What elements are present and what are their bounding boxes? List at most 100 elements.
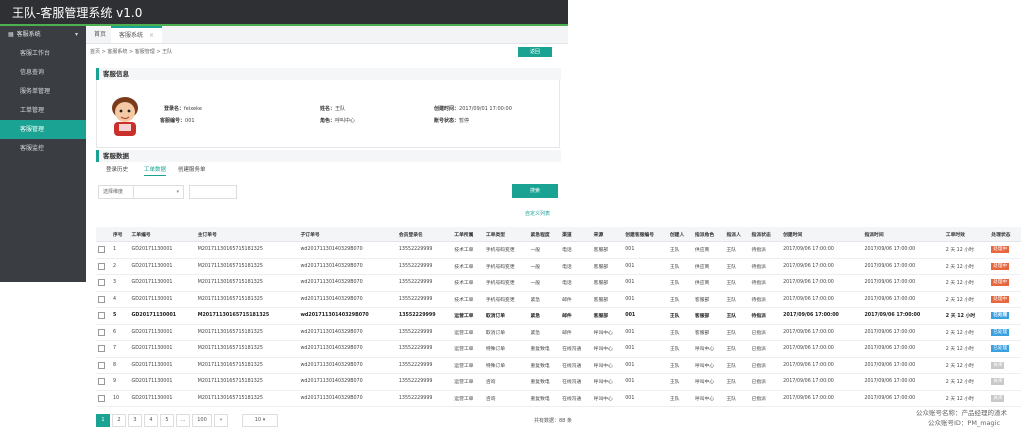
- login-name-field: 登录名：feixeke: [164, 105, 202, 112]
- table-row[interactable]: 1 GD20171130001 M20171130165715181325 wd201…: [96, 241, 1021, 259]
- cell-belong: 运营工单: [452, 373, 484, 391]
- page-button[interactable]: 100: [192, 414, 212, 427]
- subtab-ticket-data[interactable]: 工单数据: [144, 165, 167, 176]
- row-checkbox[interactable]: [98, 378, 105, 386]
- table-row[interactable]: 4 GD20171130001 M20171130165715181325 wd201…: [96, 291, 1021, 308]
- cell-channel: 在线沟通: [560, 390, 592, 407]
- cell-creator: 王队: [667, 390, 693, 407]
- status-badge[interactable]: 关闭: [991, 378, 1005, 386]
- cell-assign-status: 待指派: [749, 258, 782, 275]
- tab-customer-system[interactable]: 客服系统 ×: [111, 26, 163, 43]
- sidebar: ▦ 客服系统 ▾ 客服工作台 信息查询 服务单管理 工单管理 客服管理 客服监控: [0, 26, 86, 282]
- cell-belong: 运营工单: [452, 390, 484, 407]
- status-badge[interactable]: 已处理: [991, 345, 1010, 353]
- page-button[interactable]: 5: [160, 414, 174, 427]
- cell-sub: wd20171130140329B070: [298, 357, 397, 374]
- account-status-value: 暂停: [459, 118, 470, 124]
- row-checkbox[interactable]: [98, 246, 105, 254]
- dimension-select[interactable]: 选择维度 ▾: [98, 185, 184, 199]
- cell-assigned: 2017/09/06 17:00:00: [862, 241, 944, 259]
- table-row[interactable]: 2 GD20171130001 M20171130165715181325 wd201…: [96, 258, 1021, 275]
- status-badge[interactable]: 处理中: [991, 279, 1010, 287]
- cell-role: 客服部: [692, 324, 725, 341]
- cell-id: GD20171130001: [129, 340, 196, 358]
- page-ellipsis: ...: [176, 414, 190, 427]
- status-badge[interactable]: 处理中: [991, 295, 1010, 303]
- page-button[interactable]: 2: [112, 414, 126, 427]
- row-checkbox[interactable]: [98, 279, 105, 287]
- col-header: 子订单号: [298, 227, 397, 242]
- cell-assignee: 王队: [724, 241, 750, 259]
- sidebar-group-customer-system[interactable]: ▦ 客服系统 ▾: [0, 26, 86, 44]
- table-row[interactable]: 10 GD20171130001 M20171130165715181325 wd20…: [96, 390, 1021, 407]
- staff-data-heading: 客服数据: [96, 150, 561, 162]
- top-bar: 王队-客服管理系统 v1.0: [0, 0, 568, 26]
- status-badge[interactable]: 处理中: [991, 246, 1010, 254]
- cell-creator-no: 001: [623, 258, 668, 275]
- sidebar-item-service-orders[interactable]: 服务单管理: [0, 82, 86, 101]
- table-row[interactable]: 9 GD20171130001 M20171130165715181325 wd201…: [96, 373, 1021, 391]
- page-size-select[interactable]: 10 ▾: [242, 414, 278, 427]
- table-row[interactable]: 3 GD20171130001 M20171130165715181325 wd201…: [96, 274, 1021, 292]
- sidebar-item-ticket-management[interactable]: 工单管理: [0, 101, 86, 120]
- status-badge[interactable]: 已处理: [991, 312, 1010, 320]
- status-badge[interactable]: 处理中: [991, 262, 1010, 270]
- table-row[interactable]: 8 GD20171130001 M20171130165715181325 wd201…: [96, 357, 1021, 374]
- row-checkbox-cell: [96, 291, 111, 308]
- cell-urgency: 重复致电: [528, 373, 561, 391]
- cell-main: M20171130165715181325: [195, 258, 299, 275]
- cell-sub: wd20171130140329B070: [298, 258, 397, 275]
- page-button[interactable]: 1: [96, 414, 110, 427]
- cell-belong: 运营工单: [452, 324, 484, 341]
- row-checkbox[interactable]: [98, 394, 105, 402]
- page-button[interactable]: 3: [128, 414, 142, 427]
- table-row[interactable]: 6 GD20171130001 M20171130165715181325 wd201…: [96, 324, 1021, 341]
- table-row[interactable]: 7 GD20171130001 M20171130165715181325 wd201…: [96, 340, 1021, 358]
- col-header: 工单编号: [129, 227, 196, 242]
- cell-channel: 在线沟通: [560, 357, 592, 374]
- cell-main: M20171130165715181325: [195, 241, 299, 259]
- avatar: [112, 97, 138, 136]
- cell-source: 呼叫中心: [591, 324, 624, 341]
- status-badge[interactable]: 关闭: [991, 361, 1005, 369]
- created-field: 创建时间：2017/09/01 17:00:00: [434, 105, 512, 112]
- row-checkbox[interactable]: [98, 312, 105, 320]
- cell-sla: 2 天 12 小时: [943, 324, 990, 341]
- next-page-button[interactable]: »: [214, 414, 228, 427]
- cell-id: GD20171130001: [129, 241, 196, 259]
- custom-columns-link[interactable]: 自定义列表: [525, 210, 550, 217]
- row-checkbox[interactable]: [98, 328, 105, 336]
- cell-creator-no: 001: [623, 241, 668, 259]
- col-header: 指派时间: [862, 227, 944, 242]
- cell-status: 关闭: [989, 357, 1021, 374]
- search-button[interactable]: 搜索: [512, 184, 558, 198]
- row-checkbox[interactable]: [98, 295, 105, 303]
- cell-source: 呼叫中心: [591, 373, 624, 391]
- page-button[interactable]: 4: [144, 414, 158, 427]
- cell-type: 手机号码变更: [483, 274, 529, 292]
- row-checkbox[interactable]: [98, 361, 105, 369]
- table-row[interactable]: 5 GD20171130001 M20171130165715181325 wd201…: [96, 307, 1021, 325]
- close-icon[interactable]: ×: [149, 32, 154, 39]
- sidebar-item-workbench[interactable]: 客服工作台: [0, 44, 86, 63]
- sidebar-item-staff-management[interactable]: 客服管理: [0, 120, 86, 139]
- row-checkbox[interactable]: [98, 262, 105, 270]
- cell-belong: 技术工单: [452, 258, 484, 275]
- row-checkbox[interactable]: [98, 345, 105, 353]
- status-badge[interactable]: 关闭: [991, 394, 1005, 402]
- cell-no: 9: [110, 373, 130, 391]
- sidebar-item-monitoring[interactable]: 客服监控: [0, 139, 86, 158]
- sidebar-item-info-query[interactable]: 信息查询: [0, 63, 86, 82]
- filter-input[interactable]: [189, 185, 237, 199]
- subtab-login-history[interactable]: 登录历史: [106, 165, 128, 173]
- total-count: 共有数据：88 条: [534, 418, 572, 424]
- cell-sla: 2 天 12 小时: [943, 291, 990, 308]
- cell-assigned: 2017/09/06 17:00:00: [862, 390, 944, 407]
- back-button[interactable]: 返回: [518, 47, 552, 57]
- role-field: 角色：呼叫中心: [320, 117, 355, 124]
- tab-home[interactable]: 首页: [86, 26, 114, 43]
- subtab-create-service-order[interactable]: 创建服务单: [178, 165, 206, 173]
- cell-creator-no: 001: [623, 357, 668, 374]
- cell-assign-status: 已指派: [749, 324, 782, 341]
- status-badge[interactable]: 已处理: [991, 328, 1010, 336]
